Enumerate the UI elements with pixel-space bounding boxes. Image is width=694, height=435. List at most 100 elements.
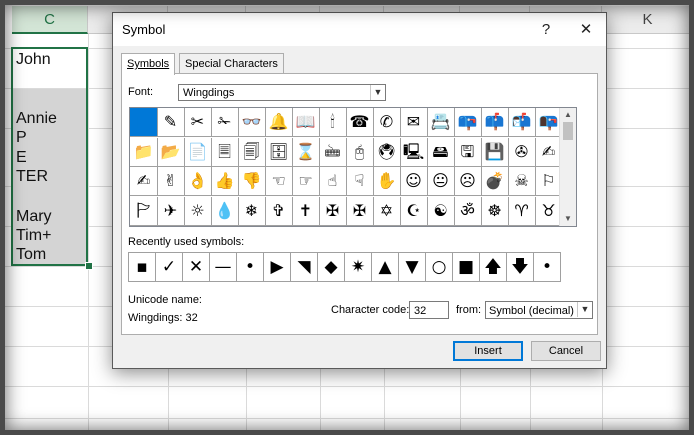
symbol-cell[interactable]: 🖳 — [400, 137, 428, 167]
recently-used-label: Recently used symbols: — [128, 236, 245, 248]
symbol-cell[interactable]: ✍ — [130, 167, 158, 196]
symbol-cell[interactable]: 🕯 — [319, 108, 347, 137]
symbol-cell[interactable]: 📂 — [157, 137, 185, 167]
recent-symbol-cell[interactable]: ■ — [452, 252, 480, 282]
symbol-cell[interactable]: ⌛ — [292, 137, 320, 167]
column-header-k[interactable]: K — [602, 6, 694, 34]
chevron-down-icon[interactable]: ▼ — [370, 85, 385, 100]
symbol-cell[interactable]: 📇 — [427, 108, 455, 137]
recent-symbol-cell[interactable]: — — [209, 252, 237, 282]
symbol-cell[interactable]: 📖 — [292, 108, 320, 137]
from-value: Symbol (decimal) — [489, 305, 574, 317]
symbol-cell[interactable]: ✌ — [157, 167, 185, 196]
recent-symbol-cell[interactable]: 🡇 — [506, 252, 534, 282]
cancel-button[interactable]: Cancel — [531, 341, 601, 361]
scroll-up-icon[interactable]: ▲ — [560, 108, 576, 122]
column-header-c[interactable]: C — [12, 6, 88, 34]
symbol-cell[interactable]: 😐 — [427, 167, 455, 196]
symbol-cell[interactable]: 💣 — [481, 167, 509, 196]
symbol-cell[interactable]: ✆ — [373, 108, 401, 137]
character-code-label: Character code: — [331, 304, 410, 316]
symbol-cell[interactable]: 🏱 — [130, 196, 158, 226]
symbol-cell[interactable]: ✝ — [292, 196, 320, 226]
recent-symbol-cell[interactable]: ◆ — [317, 252, 345, 282]
recent-symbol-cell[interactable]: ✓ — [155, 252, 183, 282]
symbol-cell[interactable]: ✈ — [157, 196, 185, 226]
symbol-cell[interactable]: 💧 — [211, 196, 239, 226]
insert-button[interactable]: Insert — [453, 341, 523, 361]
symbol-cell[interactable]: ✠ — [346, 196, 374, 226]
chevron-down-icon[interactable]: ▼ — [577, 302, 592, 317]
symbol-cell[interactable]: ☺ — [400, 167, 428, 196]
selection-border — [11, 47, 88, 266]
symbol-cell[interactable]: 👓 — [238, 108, 266, 137]
recent-symbol-cell[interactable]: ◥ — [290, 252, 318, 282]
symbol-cell[interactable]: ☝ — [319, 167, 347, 196]
symbol-cell[interactable]: 👎 — [238, 167, 266, 196]
symbol-cell[interactable]: 💾 — [481, 137, 509, 167]
symbol-cell[interactable]: 🗏 — [211, 137, 239, 167]
symbol-cell[interactable]: ✡ — [373, 196, 401, 226]
symbol-cell[interactable]: 👌 — [184, 167, 212, 196]
symbol-cell[interactable]: ☼ — [184, 196, 212, 226]
symbol-cell[interactable]: ✉ — [400, 108, 428, 137]
symbol-cell[interactable]: 🖲 — [373, 137, 401, 167]
symbol-cell[interactable]: ✂ — [184, 108, 212, 137]
symbol-grid-scrollbar[interactable]: ▲ ▼ — [559, 108, 576, 226]
symbol-grid[interactable]: ■ ✎ ✂ ✁ 👓 🔔 📖 🕯 ☎ ✆ ✉ 📇 📪 📫 📬 📭 📁 📂 📄 🗏 🗐 🗄 ⌛ 🖮 🖰 🖲 🖳 🖴 🖫 💾 ✇ ✍ ✍ ✌ 👌 👍 👎 ☜ ☞ ☝… — [129, 107, 577, 227]
symbol-cell[interactable]: ✇ — [508, 137, 536, 167]
symbol-cell[interactable]: ✋ — [373, 167, 401, 196]
symbol-cell[interactable]: ✁ — [211, 108, 239, 137]
symbol-cell[interactable]: ॐ — [454, 196, 482, 226]
recent-symbol-cell[interactable]: ▲ — [371, 252, 399, 282]
symbol-cell[interactable]: 📄 — [184, 137, 212, 167]
from-dropdown[interactable]: Symbol (decimal) ▼ — [485, 301, 593, 319]
symbol-cell[interactable]: ❄ — [238, 196, 266, 226]
character-code-input[interactable]: 32 — [409, 301, 449, 319]
recent-symbol-cell[interactable]: ✷ — [344, 252, 372, 282]
symbol-cell[interactable]: 📫 — [481, 108, 509, 137]
symbol-cell[interactable]: ☎ — [346, 108, 374, 137]
symbol-cell[interactable]: 🔔 — [265, 108, 293, 137]
symbol-cell[interactable]: ☯ — [427, 196, 455, 226]
symbol-cell[interactable]: ☜ — [265, 167, 293, 196]
tab-symbols[interactable]: Symbols — [121, 53, 176, 75]
recent-symbol-cell[interactable]: • — [533, 252, 561, 282]
dialog-titlebar[interactable]: Symbol ? ✕ — [113, 13, 606, 46]
symbol-cell[interactable]: ✞ — [265, 196, 293, 226]
symbol-cell[interactable]: 🗄 — [265, 137, 293, 167]
scroll-down-icon[interactable]: ▼ — [560, 212, 576, 226]
symbol-cell[interactable]: ☠ — [508, 167, 536, 196]
scroll-thumb[interactable] — [563, 122, 573, 140]
symbol-cell[interactable]: ✠ — [319, 196, 347, 226]
fill-handle[interactable] — [85, 262, 93, 270]
recent-symbol-cell[interactable]: ▼ — [398, 252, 426, 282]
symbol-cell[interactable]: ☞ — [292, 167, 320, 196]
recent-symbol-cell[interactable]: ▪ — [128, 252, 156, 282]
symbol-cell[interactable]: ♈ — [508, 196, 536, 226]
font-dropdown[interactable]: Wingdings ▼ — [178, 84, 386, 101]
recent-symbol-cell[interactable]: 🡅 — [479, 252, 507, 282]
symbol-cell[interactable]: 📪 — [454, 108, 482, 137]
recent-symbol-cell[interactable]: • — [236, 252, 264, 282]
symbol-cell[interactable]: 🖫 — [454, 137, 482, 167]
recent-symbol-cell[interactable]: ▶ — [263, 252, 291, 282]
recent-symbol-cell[interactable]: ○ — [425, 252, 453, 282]
symbol-cell[interactable]: 👍 — [211, 167, 239, 196]
symbol-cell[interactable]: ✎ — [157, 108, 185, 137]
symbol-cell[interactable]: 🗐 — [238, 137, 266, 167]
symbol-cell[interactable]: 🖮 — [319, 137, 347, 167]
symbol-cell[interactable]: ☪ — [400, 196, 428, 226]
tab-special-characters[interactable]: Special Characters — [179, 53, 284, 74]
close-icon[interactable]: ✕ — [566, 13, 606, 46]
symbol-cell[interactable]: ☹ — [454, 167, 482, 196]
symbol-cell[interactable]: 🖴 — [427, 137, 455, 167]
symbol-cell[interactable]: 📬 — [508, 108, 536, 137]
symbol-cell[interactable]: 🖰 — [346, 137, 374, 167]
symbol-cell[interactable]: 📁 — [130, 137, 158, 167]
recent-symbol-cell[interactable]: ✕ — [182, 252, 210, 282]
symbol-cell[interactable]: ☟ — [346, 167, 374, 196]
help-button[interactable]: ? — [526, 13, 566, 46]
symbol-cell[interactable]: ☸ — [481, 196, 509, 226]
symbol-cell[interactable]: ■ — [130, 108, 158, 137]
